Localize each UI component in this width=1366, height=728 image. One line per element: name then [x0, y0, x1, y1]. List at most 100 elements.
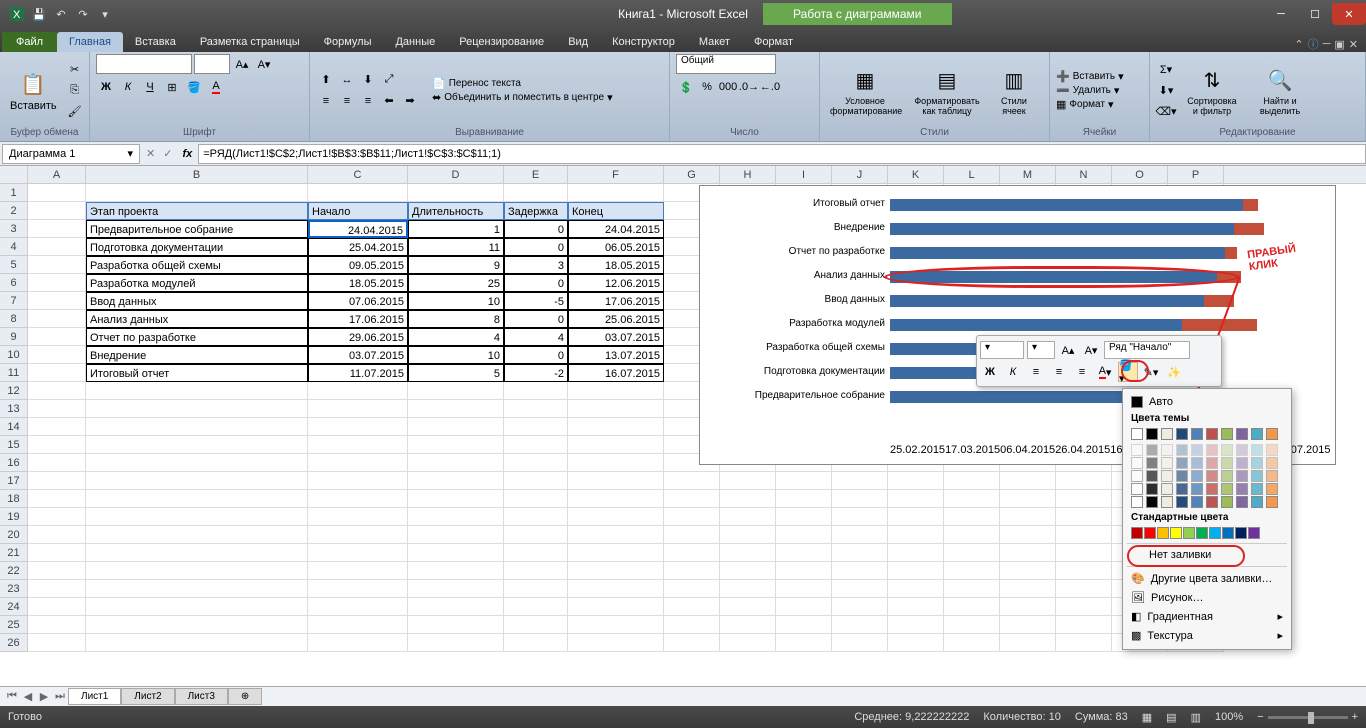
theme-shade-swatch[interactable]	[1146, 457, 1158, 469]
cell[interactable]	[28, 310, 86, 328]
cell[interactable]	[944, 634, 1000, 652]
row-header[interactable]: 7	[0, 292, 28, 310]
cell[interactable]: Разработка общей схемы	[86, 256, 308, 274]
row-header[interactable]: 10	[0, 346, 28, 364]
cell[interactable]	[28, 184, 86, 202]
cell[interactable]	[776, 634, 832, 652]
theme-shade-swatch[interactable]	[1176, 483, 1188, 495]
cell[interactable]	[568, 472, 664, 490]
cell[interactable]: 4	[408, 328, 504, 346]
cell[interactable]	[944, 490, 1000, 508]
cell[interactable]: -5	[504, 292, 568, 310]
cell[interactable]: Этап проекта	[86, 202, 308, 220]
row-header[interactable]: 15	[0, 436, 28, 454]
format-painter-icon[interactable]: 🖌	[65, 101, 85, 121]
mini-font-combo[interactable]: ▾	[980, 341, 1024, 359]
cell[interactable]	[944, 562, 1000, 580]
cell[interactable]	[408, 508, 504, 526]
cell[interactable]	[408, 382, 504, 400]
standard-color-swatch[interactable]	[1222, 527, 1234, 539]
bold-button[interactable]: Ж	[96, 77, 116, 97]
cell[interactable]	[944, 598, 1000, 616]
cell[interactable]	[1056, 472, 1112, 490]
cell[interactable]	[720, 562, 776, 580]
cell[interactable]: 24.04.2015	[308, 220, 408, 238]
cell[interactable]: 0	[504, 238, 568, 256]
theme-shade-swatch[interactable]	[1251, 470, 1263, 482]
orientation-icon[interactable]: ⤢	[379, 70, 399, 90]
column-header[interactable]: F	[568, 166, 664, 183]
theme-shade-swatch[interactable]	[1221, 496, 1233, 508]
cell[interactable]	[664, 526, 720, 544]
save-icon[interactable]: 💾	[30, 5, 48, 23]
theme-shade-swatch[interactable]	[1176, 496, 1188, 508]
cell[interactable]	[28, 562, 86, 580]
cell[interactable]: 18.05.2015	[568, 256, 664, 274]
align-left-icon[interactable]: ≡	[316, 91, 336, 111]
column-header[interactable]: D	[408, 166, 504, 183]
cell[interactable]	[86, 382, 308, 400]
font-color-icon[interactable]: A	[206, 77, 226, 97]
cell[interactable]	[28, 328, 86, 346]
font-size-combo[interactable]	[194, 54, 230, 74]
italic-button[interactable]: К	[118, 77, 138, 97]
theme-shade-swatch[interactable]	[1146, 496, 1158, 508]
row-header[interactable]: 4	[0, 238, 28, 256]
mini-align-left-icon[interactable]: ≡	[1026, 362, 1046, 382]
theme-shade-swatch[interactable]	[1161, 470, 1173, 482]
cell[interactable]: Начало	[308, 202, 408, 220]
cell[interactable]: 1	[408, 220, 504, 238]
zoom-level[interactable]: 100%	[1215, 711, 1243, 723]
cell[interactable]	[664, 472, 720, 490]
cell[interactable]	[664, 580, 720, 598]
theme-color-swatch[interactable]	[1131, 428, 1143, 440]
cell[interactable]: 4	[504, 328, 568, 346]
theme-shade-swatch[interactable]	[1206, 470, 1218, 482]
cell-styles-button[interactable]: ▥Стили ячеек	[990, 62, 1038, 118]
cell[interactable]	[944, 508, 1000, 526]
theme-shade-swatch[interactable]	[1266, 470, 1278, 482]
file-tab[interactable]: Файл	[2, 32, 57, 52]
cell[interactable]: 03.07.2015	[308, 346, 408, 364]
cell[interactable]	[86, 616, 308, 634]
cell[interactable]: 5	[408, 364, 504, 382]
cell[interactable]	[86, 472, 308, 490]
row-header[interactable]: 17	[0, 472, 28, 490]
theme-shade-swatch[interactable]	[1266, 483, 1278, 495]
cell[interactable]	[308, 490, 408, 508]
chart-bar-start[interactable]	[890, 247, 1225, 259]
theme-shade-swatch[interactable]	[1236, 457, 1248, 469]
cell[interactable]	[568, 526, 664, 544]
cell[interactable]	[776, 544, 832, 562]
cell[interactable]: 12.06.2015	[568, 274, 664, 292]
cell[interactable]	[1000, 616, 1056, 634]
cell[interactable]	[1000, 526, 1056, 544]
cell[interactable]	[568, 454, 664, 472]
cell[interactable]	[664, 490, 720, 508]
theme-shade-swatch[interactable]	[1251, 483, 1263, 495]
cell[interactable]	[832, 472, 888, 490]
cell[interactable]	[308, 616, 408, 634]
theme-shade-swatch[interactable]	[1251, 444, 1263, 456]
cell[interactable]	[888, 472, 944, 490]
fx-icon[interactable]: fx	[182, 148, 192, 160]
cell[interactable]	[308, 544, 408, 562]
tab-data[interactable]: Данные	[383, 32, 447, 52]
format-cells-button[interactable]: ▦Формат▾	[1056, 98, 1124, 111]
cell[interactable]	[568, 616, 664, 634]
tab-chartlayout[interactable]: Макет	[687, 32, 742, 52]
standard-color-swatch[interactable]	[1144, 527, 1156, 539]
cut-icon[interactable]: ✂	[65, 59, 85, 79]
cell[interactable]: Итоговый отчет	[86, 364, 308, 382]
row-header[interactable]: 21	[0, 544, 28, 562]
cell[interactable]: Разработка модулей	[86, 274, 308, 292]
cell[interactable]	[86, 508, 308, 526]
row-header[interactable]: 26	[0, 634, 28, 652]
cell[interactable]	[720, 490, 776, 508]
cell[interactable]	[28, 526, 86, 544]
cell[interactable]	[664, 508, 720, 526]
cell[interactable]	[504, 400, 568, 418]
tab-review[interactable]: Рецензирование	[447, 32, 556, 52]
column-header[interactable]: E	[504, 166, 568, 183]
undo-icon[interactable]: ↶	[52, 5, 70, 23]
